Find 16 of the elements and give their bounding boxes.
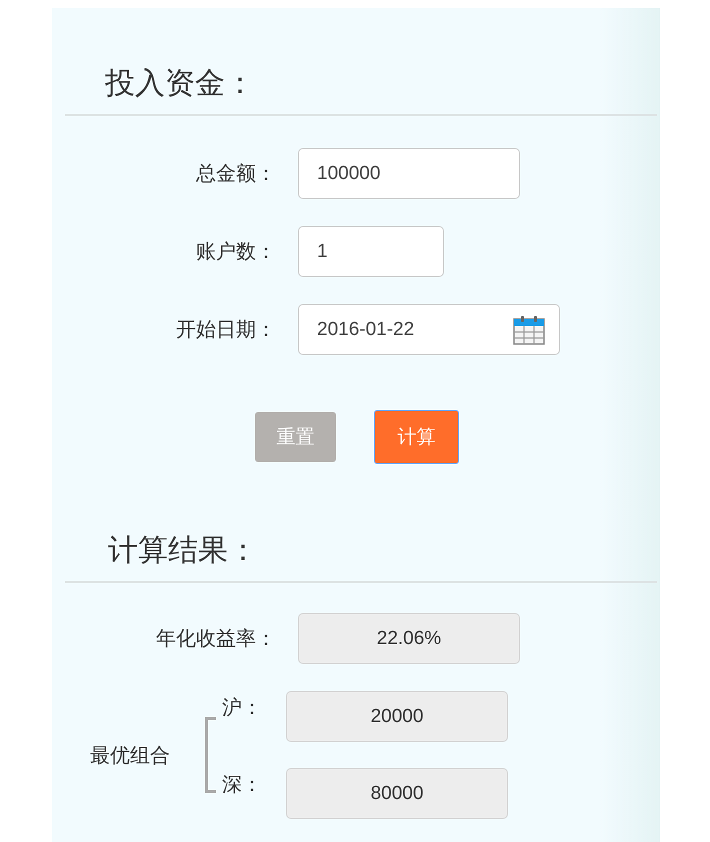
output-field: 22.06% xyxy=(298,613,520,664)
output-field: 20000 xyxy=(286,691,508,742)
field-label: 账户数： xyxy=(195,238,276,265)
output-field: 80000 xyxy=(286,768,508,819)
group-label: 最优组合 xyxy=(90,742,171,768)
field-label: 年化收益率： xyxy=(155,625,276,652)
date-field[interactable]: 2016-01-22 xyxy=(298,304,560,355)
field-label: 深： xyxy=(221,771,263,798)
field-label: 开始日期： xyxy=(175,316,276,343)
field-label: 总金额： xyxy=(195,160,276,187)
calendar-icon[interactable] xyxy=(513,314,545,344)
input-field[interactable]: 100000 xyxy=(298,148,520,199)
field-label: 沪： xyxy=(221,694,263,721)
section-heading: 计算结果： xyxy=(108,533,258,568)
section-heading: 投入资金： xyxy=(105,66,255,101)
input-field[interactable]: 1 xyxy=(298,226,444,277)
